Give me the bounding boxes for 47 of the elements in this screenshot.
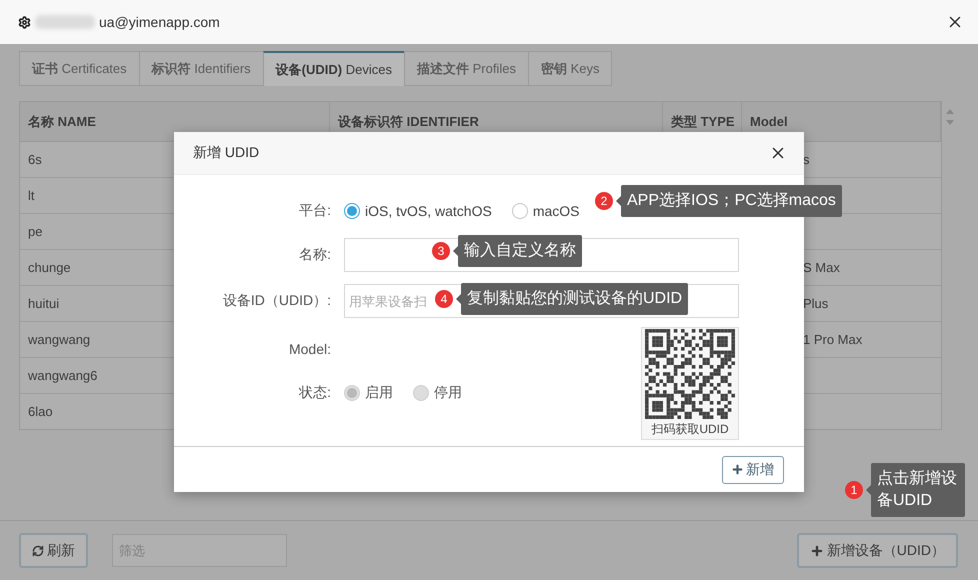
radio-label: macOS xyxy=(532,203,580,219)
add-device-button[interactable]: 新增设备（UDID） xyxy=(796,533,958,568)
table-cell: chunge xyxy=(28,260,71,275)
table-cell: s xyxy=(803,152,810,167)
field-label: Model: xyxy=(288,341,331,357)
dialog-title: 新增 UDID xyxy=(193,144,260,162)
refresh-icon xyxy=(32,544,44,556)
radio-label: iOS, tvOS, watchOS xyxy=(365,203,492,219)
table-cell: Plus xyxy=(803,296,828,311)
field-label: 设备ID（UDID）: xyxy=(222,292,331,310)
blurred-text xyxy=(35,15,95,29)
radio-icon[interactable] xyxy=(512,203,528,219)
settings-icon[interactable] xyxy=(18,16,31,28)
plus-icon xyxy=(731,463,744,476)
refresh-button[interactable]: 刷新 xyxy=(19,533,88,568)
table-cell: 6lao xyxy=(28,404,53,419)
tab[interactable]: 描述文件 Profiles xyxy=(404,51,529,86)
table-cell: 6s xyxy=(28,152,42,167)
table-cell: pe xyxy=(28,224,42,239)
table-cell: huitui xyxy=(28,296,60,311)
table-cell: wangwang6 xyxy=(28,368,98,383)
table-cell: S Max xyxy=(803,260,840,275)
window-title: ua@yimenapp.com xyxy=(99,14,221,30)
field-label: 平台: xyxy=(298,202,331,220)
field-label: 状态: xyxy=(298,384,331,402)
table-cell: lt xyxy=(28,188,34,203)
scroll-down-icon[interactable] xyxy=(946,120,954,125)
radio-icon[interactable] xyxy=(344,203,360,219)
add-button[interactable]: 新增 xyxy=(722,456,784,484)
qr-code-icon xyxy=(645,329,735,419)
radio-label: 停用 xyxy=(434,384,462,402)
tab[interactable]: 标识符 Identifiers xyxy=(138,51,264,86)
scroll-up-icon[interactable] xyxy=(946,109,954,114)
tab[interactable]: 密钥 Keys xyxy=(528,51,612,86)
radio-label: 启用 xyxy=(365,384,393,402)
tooltip: 输入自定义名称 xyxy=(458,235,582,267)
plus-icon xyxy=(810,544,824,558)
field-label: 名称: xyxy=(298,246,331,264)
tab[interactable]: 设备(UDID) Devices xyxy=(262,51,405,86)
step-badge: 1 xyxy=(845,481,863,499)
tooltip: APP选择IOS；PC选择macos xyxy=(621,185,842,217)
tab[interactable]: 证书 Certificates xyxy=(19,51,140,86)
table-cell: 1 Pro Max xyxy=(803,332,862,347)
tooltip: 点击新增设备UDID xyxy=(871,463,965,517)
qr-caption: 扫码获取UDID xyxy=(651,421,729,438)
tooltip: 复制黏贴您的测试设备的UDID xyxy=(461,283,688,315)
table-cell: wangwang xyxy=(28,332,90,347)
